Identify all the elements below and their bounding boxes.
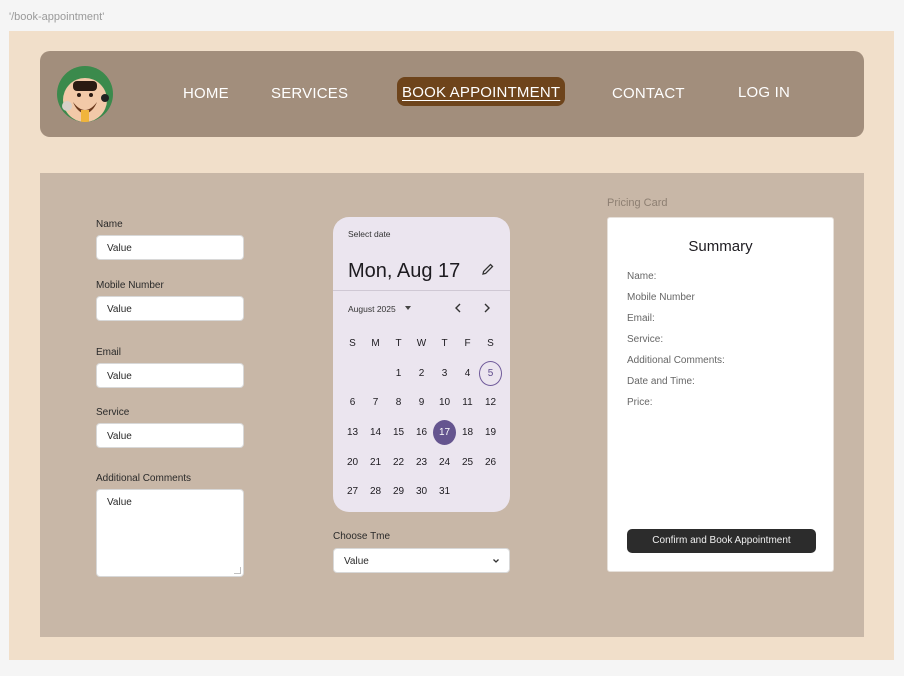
calendar-day[interactable]: 2 — [410, 359, 433, 389]
pencil-icon[interactable] — [481, 262, 495, 276]
pricing-card-label: Pricing Card — [607, 197, 668, 209]
calendar-day[interactable]: 23 — [410, 447, 433, 477]
calendar-day[interactable]: 21 — [364, 447, 387, 477]
weekday-header: M — [371, 338, 380, 350]
calendar-day[interactable]: 22 — [387, 447, 410, 477]
calendar-day[interactable]: 26 — [479, 447, 502, 477]
comments-textarea[interactable]: Value — [96, 489, 244, 577]
calendar-day[interactable]: 16 — [410, 418, 433, 448]
summary-comments: Additional Comments: — [627, 355, 725, 366]
calendar-divider — [333, 290, 510, 291]
weekday-header: F — [464, 338, 471, 350]
calendar-day[interactable]: 6 — [341, 388, 364, 418]
email-field[interactable]: Value — [96, 363, 244, 388]
summary-title: Summary — [688, 238, 753, 255]
calendar-day-today[interactable]: 5 — [479, 359, 502, 389]
calendar-day[interactable]: 20 — [341, 447, 364, 477]
email-label: Email — [96, 347, 122, 358]
chevron-left-icon[interactable] — [451, 301, 465, 315]
calendar-day[interactable]: 10 — [433, 388, 456, 418]
mobile-label: Mobile Number — [96, 280, 164, 291]
nav-contact[interactable]: CONTACT — [612, 85, 685, 102]
calendar-day[interactable]: 15 — [387, 418, 410, 448]
name-field[interactable]: Value — [96, 235, 244, 260]
calendar-day[interactable]: 11 — [456, 388, 479, 418]
calendar-day[interactable]: 1 — [387, 359, 410, 389]
confirm-book-button[interactable]: Confirm and Book Appointment — [627, 529, 816, 553]
weekday-header: S — [349, 338, 356, 350]
calendar-day[interactable]: 19 — [479, 418, 502, 448]
calendar-day[interactable]: 4 — [456, 359, 479, 389]
date-picker: Select date Mon, Aug 17 August 2025 S M T W… — [333, 217, 510, 512]
navbar: HOME SERVICES BOOK APPOINTMENT CONTACT L… — [40, 51, 864, 137]
comments-label: Additional Comments — [96, 473, 192, 484]
summary-date-time: Date and Time: — [627, 376, 695, 387]
nav-login[interactable]: LOG IN — [738, 84, 790, 101]
selected-date-display: Mon, Aug 17 — [348, 260, 461, 282]
calendar-day[interactable]: 28 — [364, 477, 387, 507]
calendar-day[interactable]: 3 — [433, 359, 456, 389]
calendar-day[interactable]: 9 — [410, 388, 433, 418]
calendar-day[interactable]: 27 — [341, 477, 364, 507]
comments-value: Value — [107, 497, 132, 508]
calendar-day[interactable]: 25 — [456, 447, 479, 477]
calendar-grid: S M T W T F S 1 2 3 4 5 6 7 8 9 10 11 12 13 14 15 16 17 18 19 20 21… — [341, 329, 503, 507]
summary-email: Email: — [627, 313, 655, 324]
pricing-card: Summary Name: Mobile Number Email: Servi… — [607, 217, 834, 572]
calendar-day[interactable]: 29 — [387, 477, 410, 507]
frame-label: '/book-appointment' — [9, 11, 105, 23]
weekday-header: S — [487, 338, 494, 350]
summary-price: Price: — [627, 397, 653, 408]
nav-services[interactable]: SERVICES — [271, 85, 348, 102]
avatar-icon — [57, 66, 113, 122]
calendar-day[interactable]: 24 — [433, 447, 456, 477]
summary-service: Service: — [627, 334, 664, 345]
calendar-blank — [341, 359, 364, 389]
calendar-day[interactable]: 8 — [387, 388, 410, 418]
summary-mobile: Mobile Number — [627, 292, 695, 303]
nav-book-appointment[interactable]: BOOK APPOINTMENT — [397, 77, 566, 106]
avatar-logo[interactable] — [57, 66, 113, 122]
calendar-day-selected[interactable]: 17 — [433, 418, 456, 448]
choose-time-label: Choose Tme — [333, 531, 391, 542]
time-select[interactable]: Value — [333, 548, 510, 573]
resize-grip-icon[interactable] — [234, 567, 241, 574]
calendar-day[interactable]: 30 — [410, 477, 433, 507]
calendar-day[interactable]: 12 — [479, 388, 502, 418]
chevron-down-icon — [493, 559, 499, 563]
service-label: Service — [96, 407, 130, 418]
date-picker-subtitle: Select date — [348, 229, 391, 239]
weekday-header: W — [416, 338, 427, 350]
calendar-day[interactable]: 14 — [364, 418, 387, 448]
caret-down-icon[interactable] — [405, 306, 411, 310]
calendar-blank — [364, 359, 387, 389]
page-frame: HOME SERVICES BOOK APPOINTMENT CONTACT L… — [9, 31, 894, 660]
calendar-day[interactable]: 18 — [456, 418, 479, 448]
name-label: Name — [96, 219, 123, 230]
time-select-value: Value — [344, 556, 369, 567]
weekday-header: T — [395, 338, 402, 350]
booking-panel: Name Value Mobile Number Value Email Val… — [40, 173, 864, 637]
nav-home[interactable]: HOME — [183, 85, 229, 102]
summary-name: Name: — [627, 271, 657, 282]
chevron-right-icon[interactable] — [480, 301, 494, 315]
mobile-field[interactable]: Value — [96, 296, 244, 321]
service-field[interactable]: Value — [96, 423, 244, 448]
calendar-day[interactable]: 13 — [341, 418, 364, 448]
calendar-day[interactable]: 7 — [364, 388, 387, 418]
month-year-selector[interactable]: August 2025 — [348, 304, 396, 314]
calendar-day[interactable]: 31 — [433, 477, 456, 507]
weekday-header: T — [441, 338, 448, 350]
